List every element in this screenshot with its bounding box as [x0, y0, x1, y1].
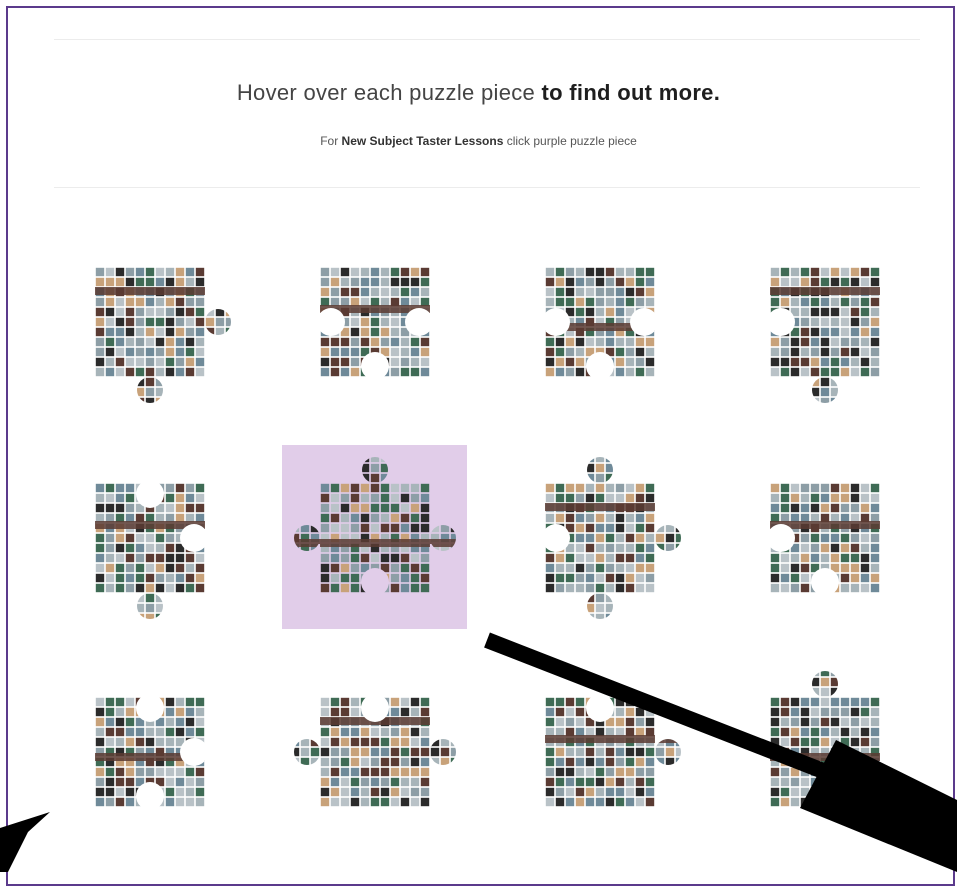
puzzle-piece-5[interactable] — [65, 453, 235, 623]
mosaic-tiles — [65, 667, 235, 837]
subheadline-suffix: click purple puzzle piece — [506, 134, 637, 148]
puzzle-piece-3[interactable] — [515, 237, 685, 407]
puzzle-piece-12[interactable] — [740, 667, 910, 837]
mosaic-tiles — [740, 453, 910, 623]
mosaic-tiles — [515, 667, 685, 837]
mosaic-tiles — [290, 237, 460, 407]
puzzle-piece-2[interactable] — [290, 237, 460, 407]
puzzle-piece-9[interactable] — [65, 667, 235, 837]
mosaic-tiles — [740, 237, 910, 407]
mosaic-tiles — [290, 667, 460, 837]
headline-emphasis: to find out more. — [541, 80, 721, 105]
subheadline: For New Subject Taster Lessons click pur… — [0, 134, 957, 148]
mosaic-tiles — [515, 453, 685, 623]
puzzle-piece-6-new-subject-taster-lessons[interactable] — [290, 453, 460, 623]
subheadline-emphasis: New Subject Taster Lessons — [341, 134, 504, 148]
puzzle-piece-10[interactable] — [290, 667, 460, 837]
headline-text: Hover over each puzzle piece — [236, 80, 536, 105]
mosaic-tiles — [740, 667, 910, 837]
headline: Hover over each puzzle piece to find out… — [0, 80, 957, 106]
puzzle-piece-11[interactable] — [515, 667, 685, 837]
bottom-divider — [54, 187, 920, 188]
mosaic-tiles — [515, 237, 685, 407]
mosaic-tiles — [65, 453, 235, 623]
mosaic-tiles — [290, 453, 460, 623]
top-divider — [54, 39, 920, 40]
puzzle-piece-1[interactable] — [65, 237, 235, 407]
subheadline-prefix: For — [320, 134, 339, 148]
puzzle-piece-7[interactable] — [515, 453, 685, 623]
mosaic-tiles — [65, 237, 235, 407]
puzzle-piece-8[interactable] — [740, 453, 910, 623]
puzzle-piece-4[interactable] — [740, 237, 910, 407]
